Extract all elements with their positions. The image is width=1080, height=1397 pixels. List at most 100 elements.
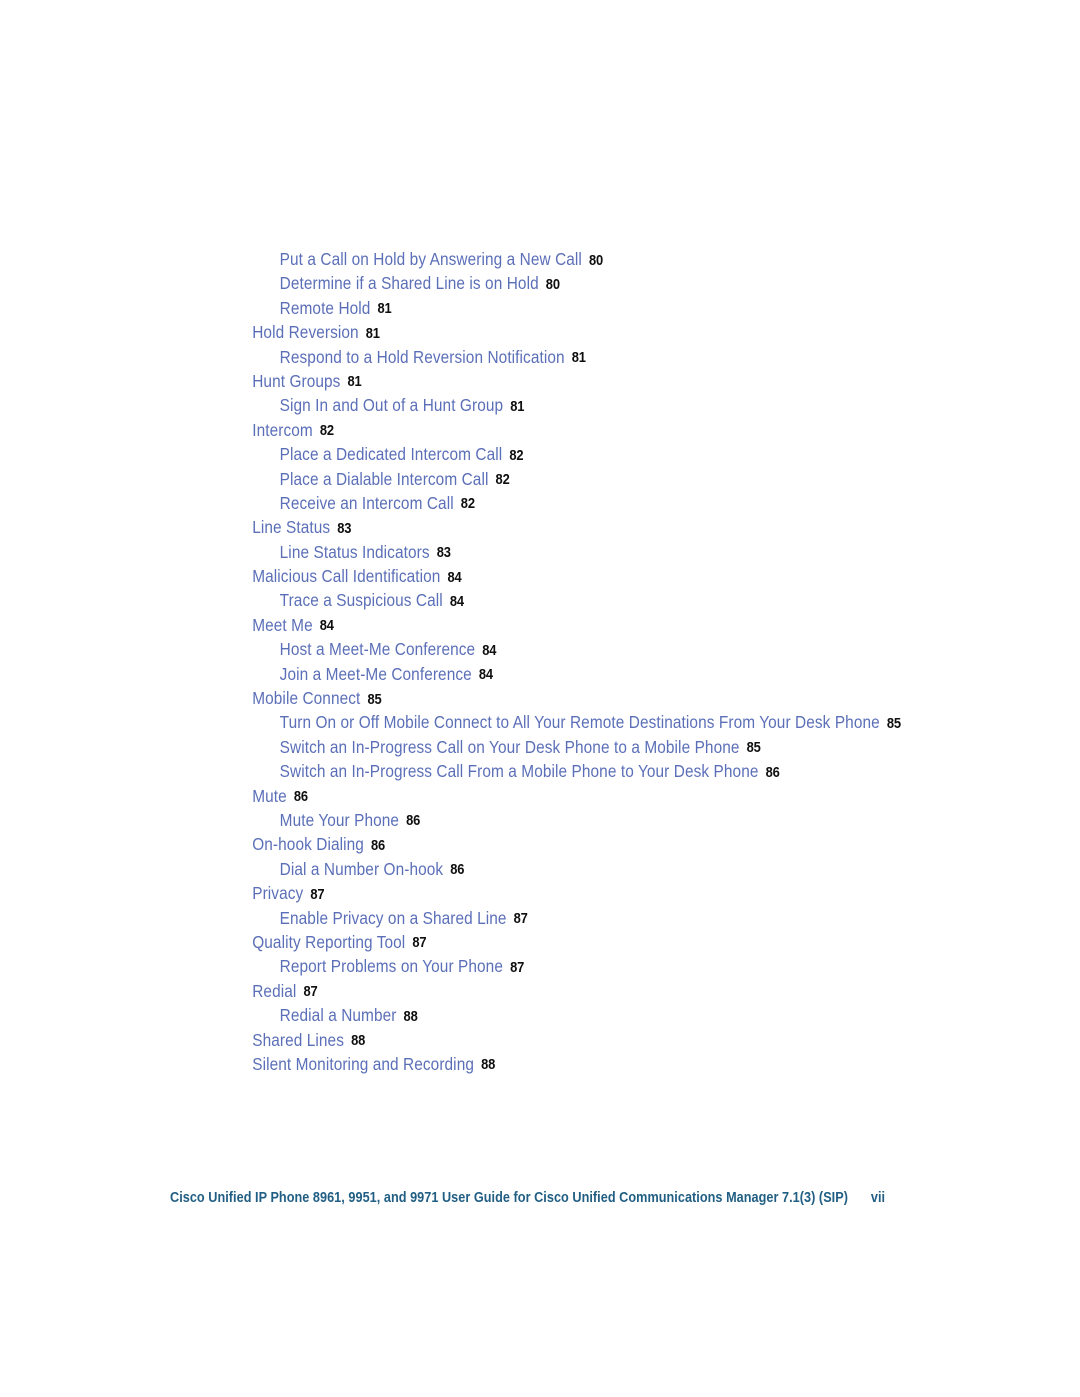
toc-entry-page-number: 83 <box>337 520 352 537</box>
toc-entry[interactable]: Mute Your Phone 86 <box>0 808 956 832</box>
toc-entry-title: Redial a Number <box>279 1005 397 1026</box>
toc-entry-page-number: 82 <box>319 423 334 440</box>
toc-entry-page-number: 84 <box>447 569 462 586</box>
toc-entry-page-number: 82 <box>460 496 475 513</box>
toc-entry-title: Malicious Call Identification <box>252 566 441 587</box>
toc-entry-title: Place a Dialable Intercom Call <box>279 468 489 489</box>
footer-title: Cisco Unified IP Phone 8961, 9951, and 9… <box>170 1190 848 1206</box>
toc-entry-page-number: 84 <box>482 642 497 659</box>
toc-entry-title: Remote Hold <box>279 297 371 318</box>
toc-entry[interactable]: Sign In and Out of a Hunt Group 81 <box>0 393 956 417</box>
toc-entry-title: Meet Me <box>252 614 313 635</box>
toc-entry[interactable]: Put a Call on Hold by Answering a New Ca… <box>0 247 956 271</box>
toc-entry-page-number: 87 <box>513 911 528 928</box>
toc-entry-title: Host a Meet-Me Conference <box>279 639 476 660</box>
toc-entry[interactable]: Remote Hold 81 <box>0 296 956 320</box>
toc-entry[interactable]: Switch an In-Progress Call on Your Desk … <box>0 735 956 759</box>
toc-entry-title: Silent Monitoring and Recording <box>252 1053 474 1074</box>
toc-entry-page-number: 87 <box>510 959 525 976</box>
toc-entry[interactable]: Hold Reversion 81 <box>0 320 956 344</box>
toc-entry-page-number: 84 <box>449 593 464 610</box>
toc-entry[interactable]: Determine if a Shared Line is on Hold 80 <box>0 271 956 295</box>
toc-entry-page-number: 83 <box>436 545 451 562</box>
toc-entry[interactable]: Receive an Intercom Call 82 <box>0 491 956 515</box>
toc-entry-title: Privacy <box>252 883 304 904</box>
toc-entry-title: Intercom <box>252 419 313 440</box>
toc-entry[interactable]: Respond to a Hold Reversion Notification… <box>0 345 956 369</box>
toc-entry-title: Mute <box>252 785 287 806</box>
toc-entry-title: Respond to a Hold Reversion Notification <box>279 346 565 367</box>
table-of-contents: Put a Call on Hold by Answering a New Ca… <box>0 247 1080 1076</box>
toc-entry-title: Shared Lines <box>252 1029 344 1050</box>
toc-entry[interactable]: Line Status 83 <box>0 515 956 539</box>
toc-entry-page-number: 80 <box>545 276 560 293</box>
toc-entry-page-number: 81 <box>365 325 380 342</box>
toc-entry-title: Redial <box>252 980 297 1001</box>
toc-entry-title: Line Status Indicators <box>279 541 430 562</box>
toc-entry-page-number: 80 <box>589 252 604 269</box>
toc-entry-page-number: 81 <box>510 398 525 415</box>
toc-entry[interactable]: Redial 87 <box>0 979 956 1003</box>
toc-entry-title: Dial a Number On-hook <box>279 858 444 879</box>
toc-entry-page-number: 85 <box>886 715 901 732</box>
toc-entry-page-number: 87 <box>303 984 318 1001</box>
toc-entry[interactable]: Meet Me 84 <box>0 613 956 637</box>
toc-entry-page-number: 82 <box>495 472 510 489</box>
toc-entry-page-number: 86 <box>406 813 421 830</box>
toc-entry-page-number: 84 <box>319 618 334 635</box>
toc-entry[interactable]: Shared Lines 88 <box>0 1028 956 1052</box>
toc-entry-title: Line Status <box>252 517 331 538</box>
toc-entry-title: Quality Reporting Tool <box>252 931 406 952</box>
toc-entry[interactable]: Place a Dialable Intercom Call 82 <box>0 467 956 491</box>
toc-entry[interactable]: Intercom 82 <box>0 418 956 442</box>
toc-entry[interactable]: Turn On or Off Mobile Connect to All You… <box>0 710 956 734</box>
toc-entry-page-number: 88 <box>403 1008 418 1025</box>
toc-entry-page-number: 82 <box>509 447 524 464</box>
toc-entry[interactable]: Line Status Indicators 83 <box>0 540 956 564</box>
toc-entry-title: Enable Privacy on a Shared Line <box>279 907 507 928</box>
toc-entry-title: Determine if a Shared Line is on Hold <box>279 273 539 294</box>
toc-entry[interactable]: Host a Meet-Me Conference 84 <box>0 637 956 661</box>
toc-entry[interactable]: Join a Meet-Me Conference 84 <box>0 662 956 686</box>
toc-entry-page-number: 81 <box>377 301 392 318</box>
toc-entry-title: Switch an In-Progress Call From a Mobile… <box>279 761 759 782</box>
toc-entry-page-number: 85 <box>746 740 761 757</box>
toc-entry-title: Put a Call on Hold by Answering a New Ca… <box>279 249 582 269</box>
toc-entry-page-number: 86 <box>370 837 386 854</box>
toc-entry-page-number: 86 <box>450 862 465 879</box>
toc-entry[interactable]: Switch an In-Progress Call From a Mobile… <box>0 759 956 783</box>
toc-entry-title: Turn On or Off Mobile Connect to All You… <box>279 712 880 733</box>
toc-entry-title: Hold Reversion <box>252 322 359 343</box>
toc-entry[interactable]: Enable Privacy on a Shared Line 87 <box>0 906 956 930</box>
toc-entry-title: Mute Your Phone <box>279 809 400 830</box>
toc-entry-title: Report Problems on Your Phone <box>279 956 503 977</box>
toc-entry[interactable]: Privacy 87 <box>0 881 956 905</box>
toc-entry-title: Sign In and Out of a Hunt Group <box>279 395 504 416</box>
toc-entry-page-number: 86 <box>293 789 308 806</box>
toc-entry[interactable]: Malicious Call Identification 84 <box>0 564 956 588</box>
toc-entry-title: Join a Meet-Me Conference <box>279 663 472 684</box>
toc-entry[interactable]: Redial a Number 88 <box>0 1003 956 1027</box>
toc-entry[interactable]: Trace a Suspicious Call 84 <box>0 588 956 612</box>
toc-entry[interactable]: Hunt Groups 81 <box>0 369 956 393</box>
toc-entry[interactable]: Place a Dedicated Intercom Call 82 <box>0 442 956 466</box>
toc-entry[interactable]: On-hook Dialing 86 <box>0 832 956 856</box>
page-footer: Cisco Unified IP Phone 8961, 9951, and 9… <box>170 1190 885 1206</box>
toc-entry[interactable]: Mute 86 <box>0 784 956 808</box>
toc-entry-title: Switch an In-Progress Call on Your Desk … <box>279 736 740 757</box>
toc-entry[interactable]: Report Problems on Your Phone 87 <box>0 954 956 978</box>
toc-entry[interactable]: Dial a Number On-hook 86 <box>0 857 956 881</box>
toc-entry-page-number: 88 <box>351 1033 366 1049</box>
toc-entry[interactable]: Silent Monitoring and Recording 88 <box>0 1052 956 1076</box>
toc-entry[interactable]: Quality Reporting Tool 87 <box>0 930 956 954</box>
toc-entry-page-number: 87 <box>310 886 325 903</box>
toc-entry-page-number: 87 <box>412 935 427 952</box>
toc-entry[interactable]: Mobile Connect 85 <box>0 686 956 710</box>
toc-entry-page-number: 86 <box>765 764 780 781</box>
toc-entry-page-number: 85 <box>367 691 382 708</box>
toc-entry-title: Mobile Connect <box>252 688 361 709</box>
toc-entry-page-number: 84 <box>478 667 493 684</box>
toc-entry-page-number: 81 <box>571 350 586 367</box>
toc-entry-title: Trace a Suspicious Call <box>279 590 443 611</box>
toc-entry-title: Hunt Groups <box>252 370 341 391</box>
